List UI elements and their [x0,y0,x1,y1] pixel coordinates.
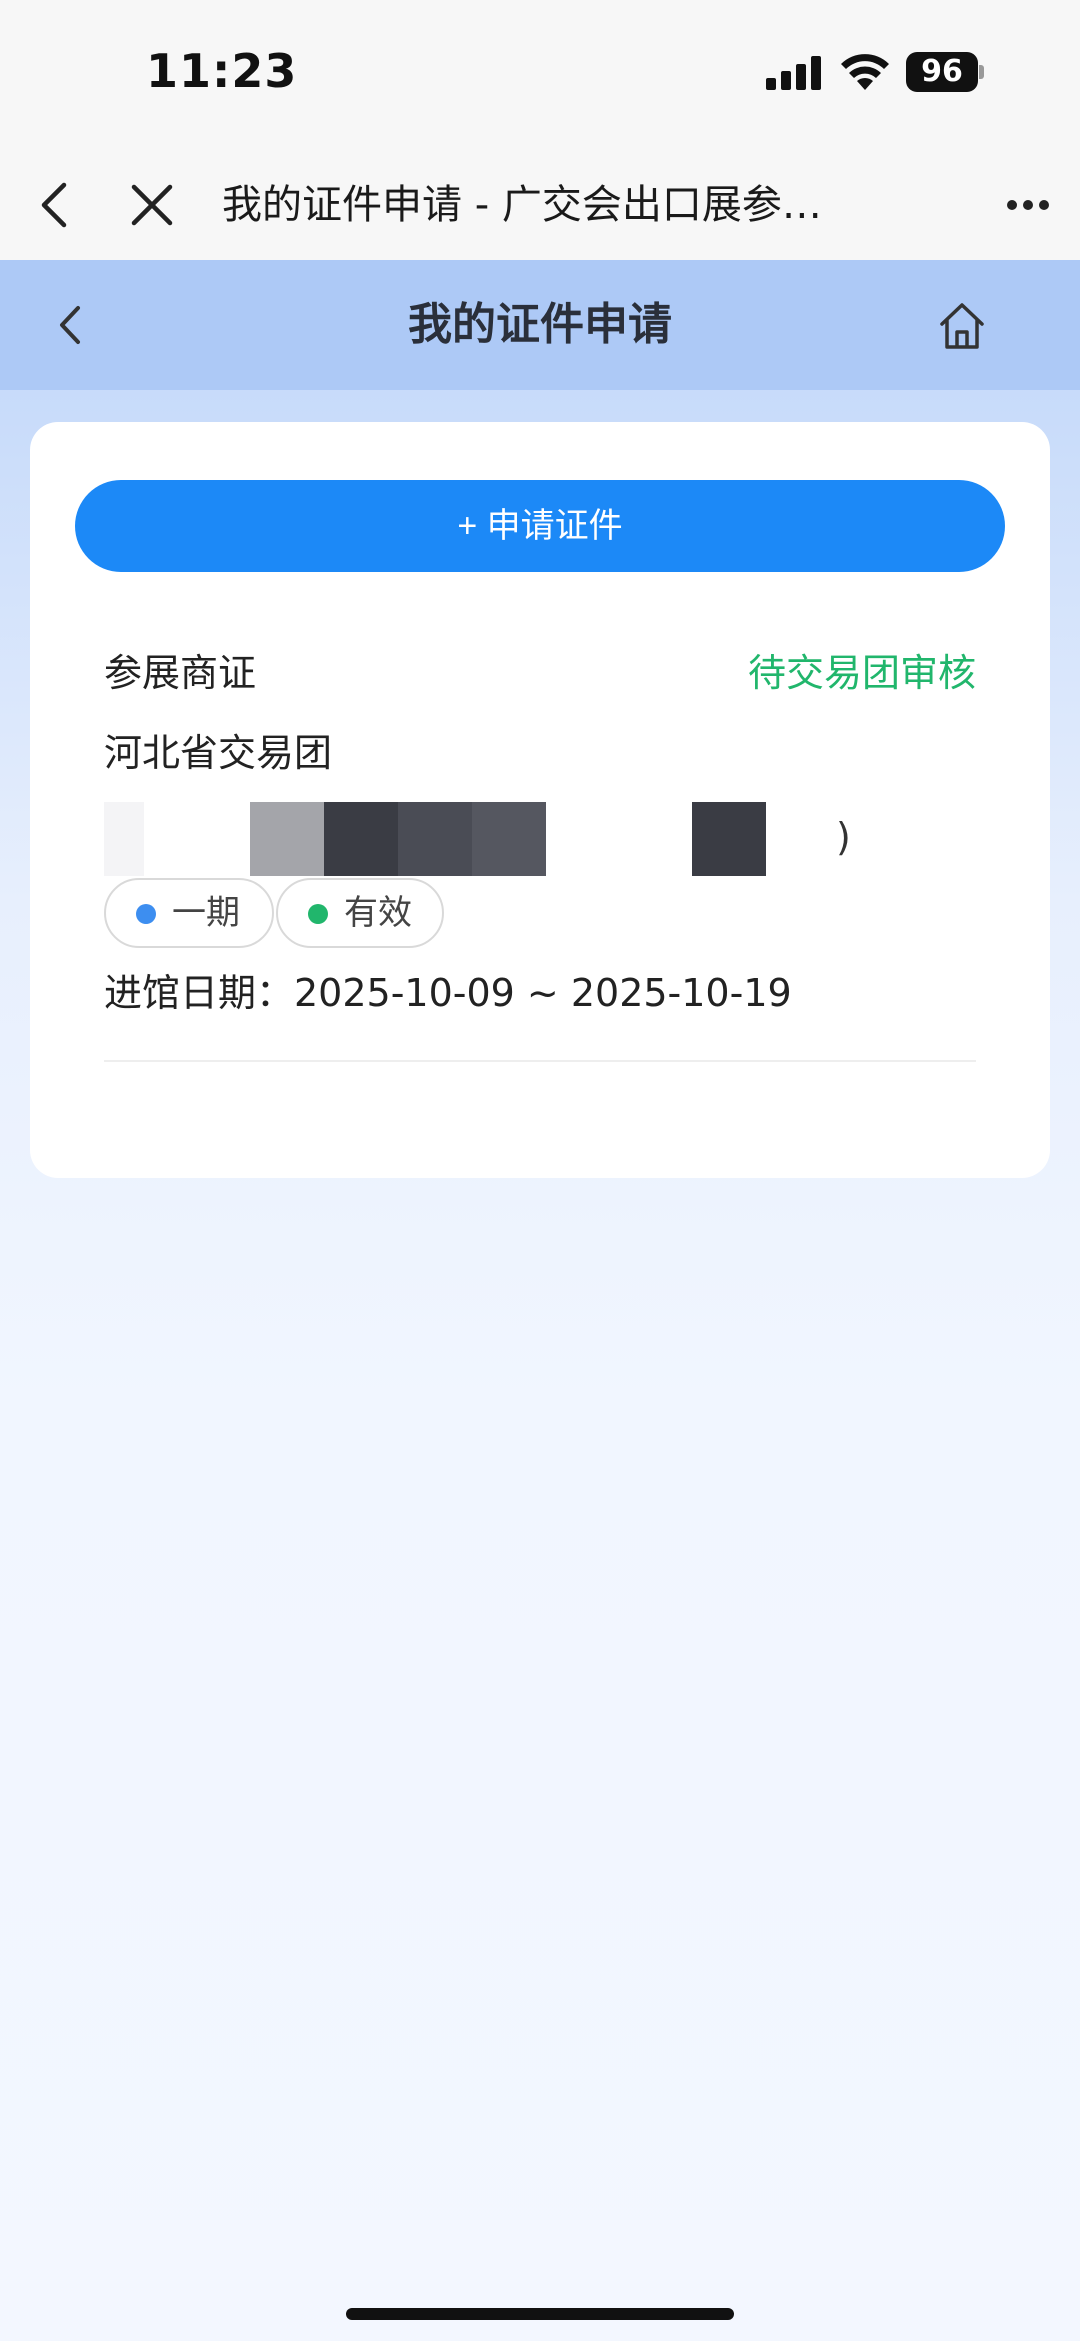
battery-level: 96 [921,54,963,89]
tag-valid: 有效 [276,878,444,948]
battery-icon: 96 [906,52,984,92]
divider [104,1060,976,1062]
signal-icon [766,56,821,90]
tag-label: 一期 [172,893,240,933]
tag-dot [308,904,328,924]
wifi-icon [841,54,889,90]
browser-title: 我的证件申请 - 广交会出口展参… [222,182,822,228]
redacted-tail: ) [836,815,851,859]
certificate-type: 参展商证 [104,651,257,695]
page: 11:23 96 我的证件申请 - 广交会出口展参… 我的证件申请 + 申请证件… [0,0,1080,2341]
browser-nav-bar: 我的证件申请 - 广交会出口展参… [0,150,1080,260]
entry-date: 进馆日期：2025-10-09 ~ 2025-10-19 [104,971,792,1015]
close-icon[interactable] [130,183,174,227]
tag-label: 有效 [344,893,412,933]
apply-certificate-button[interactable]: + 申请证件 [75,480,1005,572]
app-header: 我的证件申请 [0,260,1080,390]
more-icon[interactable] [1006,198,1050,212]
status-badge: 待交易团审核 [747,651,976,695]
certificate-card: + 申请证件 参展商证 待交易团审核 河北省交易团 ) 一期 有效 进馆日期：2… [30,422,1050,1178]
page-title: 我的证件申请 [408,299,672,350]
chevron-left-icon[interactable] [54,302,84,348]
status-time: 11:23 [146,44,298,98]
redacted-info [104,802,904,880]
tag-period: 一期 [104,878,274,948]
chevron-left-icon[interactable] [36,180,76,230]
home-indicator[interactable] [346,2308,734,2320]
status-bar: 11:23 96 [0,0,1080,150]
delegation-name: 河北省交易团 [104,731,333,775]
tag-dot [136,904,156,924]
home-icon[interactable] [936,300,988,352]
